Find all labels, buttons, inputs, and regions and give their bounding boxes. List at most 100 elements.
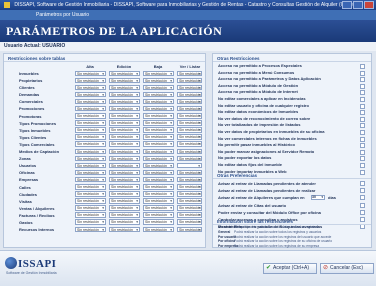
restriction-select-ver[interactable]: Sin restricción bbox=[177, 84, 202, 91]
restriction-select-edicion[interactable]: Sin restricción bbox=[109, 141, 140, 147]
restriction-select-edicion[interactable]: Sin restricción bbox=[109, 148, 140, 155]
restriction-select-alta[interactable]: Sin restricción bbox=[75, 155, 106, 162]
restriction-select-ver[interactable]: Sin restricción bbox=[177, 219, 202, 225]
restriction-select-alta[interactable]: Sin restricción bbox=[75, 205, 106, 211]
restriction-checkbox[interactable] bbox=[360, 156, 365, 162]
accept-button[interactable]: ✔ Aceptar (Ctrl+A) bbox=[263, 263, 317, 274]
restriction-checkbox[interactable] bbox=[360, 70, 365, 76]
restriction-select-edicion[interactable]: Sin restricción bbox=[109, 134, 140, 140]
restriction-select-baja[interactable]: Sin restricción bbox=[143, 205, 174, 211]
restriction-checkbox[interactable] bbox=[360, 149, 365, 155]
restriction-select-ver[interactable]: Sin restricción bbox=[177, 155, 202, 162]
restriction-checkbox[interactable] bbox=[360, 129, 365, 135]
restriction-select-edicion[interactable]: Sin restricción bbox=[109, 198, 140, 204]
restriction-select-edicion[interactable]: Sin restricción bbox=[109, 191, 140, 197]
restriction-select-ver[interactable]: Sin restricción bbox=[177, 105, 202, 112]
restriction-select-edicion[interactable]: Sin restricción bbox=[109, 84, 140, 91]
restriction-select-ver[interactable]: Sin restricción bbox=[177, 120, 202, 126]
restriction-select-ver[interactable]: Sin restricción bbox=[177, 98, 202, 105]
restriction-checkbox[interactable] bbox=[360, 110, 365, 116]
restriction-select-ver[interactable]: Sin restricción bbox=[177, 148, 202, 155]
restriction-select-alta[interactable]: Sin restricción bbox=[75, 212, 106, 218]
restriction-select-baja[interactable]: Sin restricción bbox=[143, 113, 174, 119]
restriction-select-baja[interactable]: Sin restricción bbox=[143, 191, 174, 197]
preference-checkbox[interactable] bbox=[360, 195, 365, 201]
restriction-select-edicion[interactable]: Sin restricción bbox=[109, 91, 140, 98]
restriction-select-alta[interactable]: Sin restricción bbox=[75, 98, 106, 105]
restriction-select-edicion[interactable]: Sin restricción bbox=[109, 105, 140, 112]
restriction-select-ver[interactable]: Sin restricción bbox=[177, 191, 202, 197]
days-select[interactable]: 30 bbox=[311, 195, 325, 201]
restriction-select-alta[interactable]: Sin restricción bbox=[75, 70, 106, 76]
restriction-select-ver[interactable]: Sin restricción bbox=[177, 70, 202, 76]
restriction-select-alta[interactable]: Sin restricción bbox=[75, 176, 106, 183]
restriction-select-edicion[interactable]: Sin restricción bbox=[109, 120, 140, 126]
restriction-select-baja[interactable]: Sin restricción bbox=[143, 169, 174, 176]
maximize-button[interactable] bbox=[353, 1, 363, 9]
restriction-select-ver[interactable]: Sin restricción bbox=[177, 176, 202, 183]
restriction-select-alta[interactable]: Sin restricción bbox=[75, 184, 106, 190]
restriction-select-edicion[interactable]: Sin restricción bbox=[109, 127, 140, 133]
restriction-select-alta[interactable]: Sin restricción bbox=[75, 105, 106, 112]
restriction-select-baja[interactable]: Sin restricción bbox=[143, 134, 174, 140]
restriction-checkbox[interactable] bbox=[360, 96, 365, 102]
restriction-select-baja[interactable]: Sin restricción bbox=[143, 91, 174, 98]
restriction-select-baja[interactable]: Sin restricción bbox=[143, 105, 174, 112]
restriction-select-edicion[interactable]: Sin restricción bbox=[109, 155, 140, 162]
restriction-select-baja[interactable]: Sin restricción bbox=[143, 219, 174, 225]
restriction-select-ver[interactable]: Sin restricción bbox=[177, 169, 202, 176]
restriction-select-ver[interactable]: Sin restricción bbox=[177, 134, 202, 140]
restriction-checkbox[interactable] bbox=[360, 64, 365, 69]
restriction-checkbox[interactable] bbox=[360, 136, 365, 142]
minimize-button[interactable] bbox=[342, 1, 352, 9]
restriction-select-ver[interactable]: Sin restricción bbox=[177, 91, 202, 98]
restriction-select-alta[interactable]: Sin restricción bbox=[75, 141, 106, 147]
restriction-checkbox[interactable] bbox=[360, 162, 365, 168]
restriction-select-alta[interactable]: Sin restricción bbox=[75, 219, 106, 225]
restriction-select-ver[interactable]: Sin restricción bbox=[177, 226, 202, 233]
restriction-select-baja[interactable]: Sin restricción bbox=[143, 127, 174, 133]
restriction-select-baja[interactable]: Sin restricción bbox=[143, 226, 174, 233]
restriction-select-alta[interactable]: Sin restricción bbox=[75, 169, 106, 176]
restriction-select-alta[interactable]: Sin restricción bbox=[75, 191, 106, 197]
restriction-select-alta[interactable]: Sin restricción bbox=[75, 127, 106, 133]
restriction-checkbox[interactable] bbox=[360, 90, 365, 96]
restriction-select-alta[interactable]: Sin restricción bbox=[75, 77, 106, 84]
restriction-select-edicion[interactable]: Sin restricción bbox=[109, 176, 140, 183]
restriction-select-edicion[interactable]: Sin restricción bbox=[109, 226, 140, 233]
restriction-checkbox[interactable] bbox=[360, 123, 365, 129]
restriction-select-baja[interactable]: Sin restricción bbox=[143, 148, 174, 155]
restriction-select-baja[interactable]: Sin restricción bbox=[143, 184, 174, 190]
restriction-select-edicion[interactable]: Sin restricción bbox=[109, 162, 140, 169]
restriction-select-alta[interactable]: Sin restricción bbox=[75, 120, 106, 126]
restriction-select-baja[interactable]: Sin restricción bbox=[143, 141, 174, 147]
restriction-select-edicion[interactable]: Sin restricción bbox=[109, 70, 140, 76]
restriction-select-baja[interactable]: Sin restricción bbox=[143, 70, 174, 76]
restriction-select-ver[interactable]: Sin restricción bbox=[177, 205, 202, 211]
restriction-select-ver[interactable]: Sin restricción bbox=[177, 113, 202, 119]
restriction-select-baja[interactable]: Sin restricción bbox=[143, 77, 174, 84]
cancel-button[interactable]: ⊘ Cancelar (Esc) bbox=[320, 263, 374, 274]
restriction-select-ver[interactable]: Sin restricción bbox=[177, 77, 202, 84]
restriction-checkbox[interactable] bbox=[360, 103, 365, 109]
restriction-select-baja[interactable]: Sin restricción bbox=[143, 120, 174, 126]
restriction-select-alta[interactable]: Sin restricción bbox=[75, 226, 106, 233]
restriction-select-alta[interactable]: Sin restricción bbox=[75, 198, 106, 204]
restriction-select-ver[interactable]: Sin restricción bbox=[177, 184, 202, 190]
restriction-select-ver[interactable]: Sin restricción bbox=[177, 212, 202, 218]
restriction-select-alta[interactable]: Sin restricción bbox=[75, 148, 106, 155]
restriction-select-alta[interactable]: Sin restricción bbox=[75, 113, 106, 119]
restriction-select-edicion[interactable]: Sin restricción bbox=[109, 169, 140, 176]
restriction-select-edicion[interactable]: Sin restricción bbox=[109, 212, 140, 218]
restriction-select-edicion[interactable]: Sin restricción bbox=[109, 205, 140, 211]
restriction-select-alta[interactable]: Sin restricción bbox=[75, 91, 106, 98]
restriction-select-alta[interactable]: Sin restricción bbox=[75, 162, 106, 169]
restriction-select-ver[interactable]: Sin restricción bbox=[177, 127, 202, 133]
preference-checkbox[interactable] bbox=[360, 188, 365, 194]
restriction-select-baja[interactable]: Sin restricción bbox=[143, 176, 174, 183]
restriction-select-alta[interactable]: Sin restricción bbox=[75, 134, 106, 140]
preference-checkbox[interactable] bbox=[360, 181, 365, 186]
restriction-select-baja[interactable]: Sin restricción bbox=[143, 155, 174, 162]
restriction-select-ver[interactable]: Sin restricción bbox=[177, 141, 202, 147]
restriction-select-baja[interactable]: Sin restricción bbox=[143, 212, 174, 218]
